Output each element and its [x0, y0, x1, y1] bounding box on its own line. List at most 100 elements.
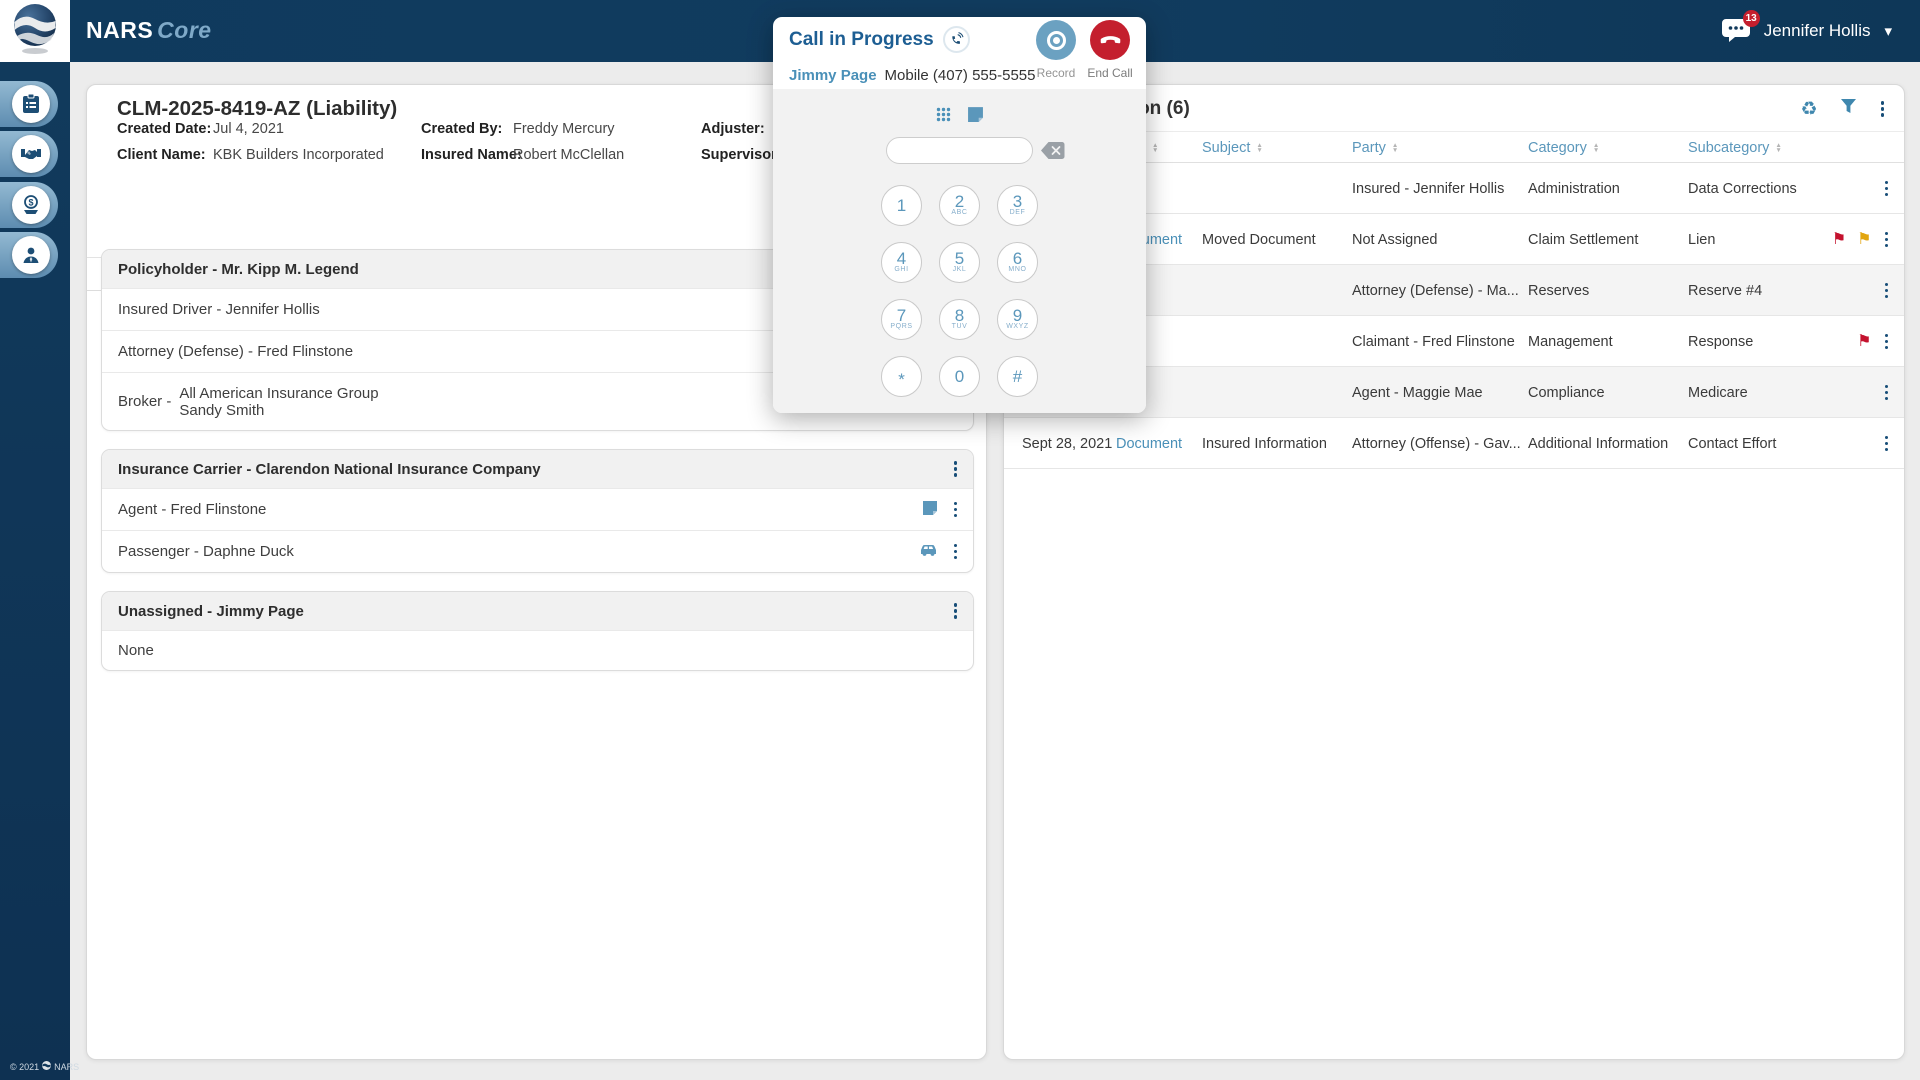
field-label-created-by: Created By:: [421, 121, 503, 137]
handshake-icon: [12, 135, 50, 173]
column-header-subject[interactable]: Subject ▲ ▼: [1202, 132, 1263, 164]
key-hash[interactable]: #: [997, 356, 1038, 397]
broker-line-company: All American Insurance Group: [179, 384, 379, 402]
refresh-recycle-icon[interactable]: ♻: [1800, 100, 1817, 119]
party-row-label: None: [118, 642, 154, 659]
field-value-created-by: Freddy Mercury: [513, 121, 615, 137]
cell-party: Attorney (Defense) - Ma...: [1352, 282, 1519, 299]
sidebar-item-financials[interactable]: $: [0, 182, 58, 228]
active-call-icon: [942, 26, 970, 53]
call-modal-title: Call in Progress: [789, 28, 934, 50]
kebab-menu-icon[interactable]: [952, 542, 960, 562]
record-button[interactable]: [1036, 20, 1076, 60]
kebab-menu-icon[interactable]: [952, 459, 960, 479]
dialpad-icon[interactable]: [936, 107, 951, 127]
red-flag-icon[interactable]: ⚑: [1857, 333, 1871, 350]
sidebar-item-contacts[interactable]: [0, 232, 58, 278]
cell-subject: Moved Document: [1202, 231, 1316, 248]
dial-number-input[interactable]: [886, 137, 1033, 164]
party-row[interactable]: Passenger - Daphne Duck: [102, 530, 973, 572]
cell-subcategory: Response: [1688, 333, 1754, 350]
key-7[interactable]: 7 PQRS: [881, 299, 922, 340]
column-header-party[interactable]: Party ▲ ▼: [1352, 132, 1398, 164]
cell-subcategory: Reserve #4: [1688, 282, 1763, 299]
brand-nars: NARS: [86, 17, 154, 43]
app-brand: NARS Core: [86, 17, 212, 44]
messages-button[interactable]: 13: [1721, 10, 1760, 44]
cell-category: Administration: [1528, 180, 1620, 197]
globe-logo-icon: [11, 2, 59, 61]
end-call-button[interactable]: [1090, 20, 1130, 60]
kebab-menu-icon[interactable]: [1879, 99, 1887, 119]
call-in-progress-modal: Call in Progress Record End Call Jimmy P…: [773, 17, 1146, 413]
notification-badge: 13: [1742, 10, 1760, 27]
sidebar-item-claims[interactable]: [0, 81, 58, 127]
column-header-category[interactable]: Category ▲ ▼: [1528, 132, 1599, 164]
document-link[interactable]: Document: [1116, 418, 1182, 469]
cell-category: Management: [1528, 333, 1613, 350]
note-icon[interactable]: [922, 500, 938, 520]
app-screen: NARS Core 13 Jennifer Hollis ▾ $ © 2021 …: [0, 0, 1920, 1080]
kebab-menu-icon[interactable]: [1883, 434, 1891, 454]
cell-party: Insured - Jennifer Hollis: [1352, 180, 1505, 197]
app-logo[interactable]: [0, 0, 70, 62]
note-icon[interactable]: [967, 106, 984, 128]
yellow-flag-icon[interactable]: ⚑: [1857, 231, 1871, 248]
footer-year: © 2021: [10, 1061, 40, 1072]
filter-icon[interactable]: [1840, 99, 1857, 119]
footer-brand: NARS: [54, 1061, 80, 1072]
kebab-menu-icon[interactable]: [1883, 230, 1891, 250]
cell-category: Reserves: [1528, 282, 1590, 299]
key-6[interactable]: 6 MNO: [997, 242, 1038, 283]
payment-icon: $: [12, 186, 50, 224]
call-modal-body: 1 2 ABC 3 DEF 4 GHI 5 JKL 6 MNO 7 PQRS 8 TUV 9W…: [773, 89, 1146, 413]
key-5[interactable]: 5 JKL: [939, 242, 980, 283]
red-flag-icon[interactable]: ⚑: [1832, 231, 1846, 248]
cell-date: Sept 28, 2021: [1022, 435, 1113, 452]
person-icon: [12, 236, 50, 274]
column-header-subcategory[interactable]: Subcategory ▲ ▼: [1688, 132, 1782, 164]
column-header-hidden-type[interactable]: ▲ ▼: [1146, 132, 1158, 164]
key-4[interactable]: 4 GHI: [881, 242, 922, 283]
chevron-down-icon[interactable]: ▾: [1884, 22, 1892, 40]
kebab-menu-icon[interactable]: [1883, 179, 1891, 199]
field-value-created-date: Jul 4, 2021: [213, 121, 284, 137]
cell-subcategory: Lien: [1688, 231, 1716, 248]
cell-subcategory: Contact Effort: [1688, 435, 1777, 452]
clipboard-list-icon: [12, 85, 50, 123]
caller-name-link[interactable]: Jimmy Page: [789, 67, 877, 84]
table-row[interactable]: Sept 28, 2021 Document Insured Informati…: [1004, 418, 1904, 469]
cell-party: Agent - Maggie Mae: [1352, 384, 1483, 401]
key-star[interactable]: *: [881, 356, 922, 397]
field-label-insured-name: Insured Name:: [421, 147, 522, 163]
key-1[interactable]: 1: [881, 185, 922, 226]
kebab-menu-icon[interactable]: [1883, 281, 1891, 301]
field-value-client-name: KBK Builders Incorporated: [213, 147, 384, 163]
field-value-insured-name: Robert McClellan: [513, 147, 625, 163]
key-3[interactable]: 3 DEF: [997, 185, 1038, 226]
record-icon: [1046, 30, 1066, 50]
kebab-menu-icon[interactable]: [1883, 383, 1891, 403]
field-label-client-name: Client Name:: [117, 147, 206, 163]
backspace-icon[interactable]: [1041, 142, 1065, 159]
car-icon[interactable]: [919, 543, 938, 561]
kebab-menu-icon[interactable]: [952, 601, 960, 621]
sidebar-item-partners[interactable]: [0, 131, 58, 177]
broker-line-contact: Sandy Smith: [179, 401, 265, 419]
kebab-menu-icon[interactable]: [1883, 332, 1891, 352]
footer-logo-icon: [42, 1061, 52, 1072]
cell-category: Claim Settlement: [1528, 231, 1639, 248]
party-row[interactable]: Agent - Fred Flinstone: [102, 488, 973, 530]
key-2[interactable]: 2 ABC: [939, 185, 980, 226]
key-9[interactable]: 9 WXYZ: [997, 299, 1038, 340]
key-0[interactable]: 0: [939, 356, 980, 397]
kebab-menu-icon[interactable]: [952, 500, 960, 520]
party-row-label: Passenger - Daphne Duck: [118, 543, 294, 560]
dialpad-keys: 1 2 ABC 3 DEF 4 GHI 5 JKL 6 MNO 7 PQRS 8 TUV 9W…: [881, 185, 1038, 397]
key-8[interactable]: 8 TUV: [939, 299, 980, 340]
cell-party: Attorney (Offense) - Gav...: [1352, 435, 1521, 452]
group-header-insurance-carrier: Insurance Carrier - Clarendon National I…: [118, 460, 541, 478]
user-menu[interactable]: Jennifer Hollis: [1764, 21, 1871, 41]
field-label-supervisor: Supervisor:: [701, 147, 782, 163]
cell-subject: Insured Information: [1202, 435, 1327, 452]
